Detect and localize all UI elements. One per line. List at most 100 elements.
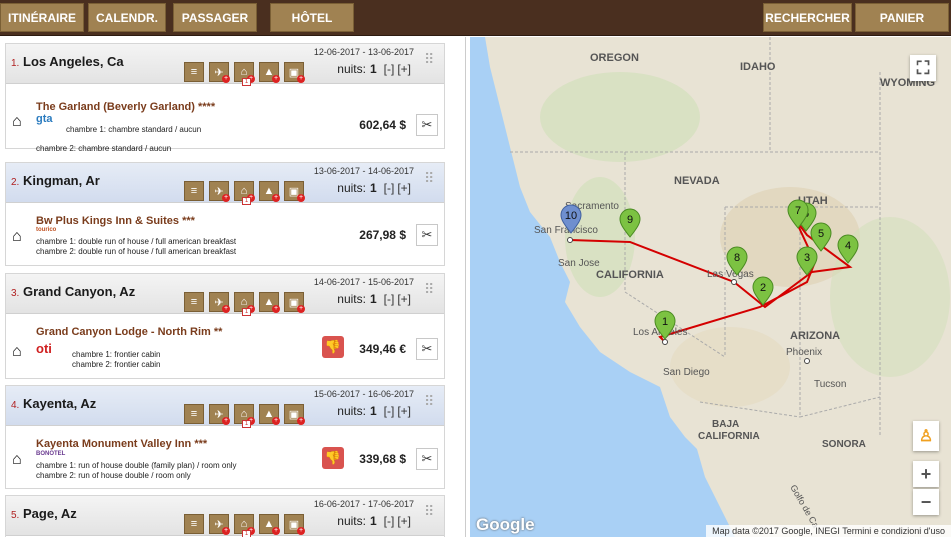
edit-tools-icon[interactable]: ✂ <box>416 448 438 470</box>
zoom-out-button[interactable]: − <box>913 489 939 515</box>
hotel-name[interactable]: Grand Canyon Lodge - North Rim ** <box>36 326 222 338</box>
hotel-name[interactable]: Kayenta Monument Valley Inn *** <box>36 438 207 450</box>
hotel-row: ⌂ The Garland (Beverly Garland) **** gta… <box>6 89 444 153</box>
day-city: Los Angeles, Ca <box>23 54 124 69</box>
drag-handle-icon[interactable]: ⠿ <box>424 171 434 191</box>
list-icon[interactable]: ≡ <box>184 514 204 534</box>
nights-value: 1 <box>369 514 377 528</box>
add-flight-icon[interactable]: ✈ + <box>209 62 230 83</box>
nights-value: 1 <box>369 292 377 306</box>
nav-passenger-button[interactable]: PASSAGER <box>173 3 257 32</box>
nights-plus-button[interactable]: [+] <box>397 514 411 528</box>
svg-text:5: 5 <box>818 228 824 240</box>
nights-control: nuits: 1 [-] [+] <box>337 181 411 195</box>
nights-minus-button[interactable]: [-] <box>384 181 395 195</box>
day-header: 2. Kingman, Ar ≡ ✈ + ⌂ +1 ▲ + ▣ + 13-06-2017… <box>6 163 444 205</box>
day-city: Kingman, Ar <box>23 173 100 188</box>
nav-cart-button[interactable]: PANIER <box>855 3 949 32</box>
edit-tools-icon[interactable]: ✂ <box>416 224 438 246</box>
add-car-icon[interactable]: ▣ + <box>284 292 305 313</box>
add-activity-icon[interactable]: ▲ + <box>259 404 280 425</box>
state-label: CALIFORNIA <box>596 269 664 281</box>
nights-control: nuits: 1 [-] [+] <box>337 514 411 528</box>
map-attribution[interactable]: Map data ©2017 Google, INEGI Termini e c… <box>706 525 951 537</box>
zoom-in-button[interactable]: + <box>913 461 939 487</box>
room-line: chambre 2: chambre standard / aucun <box>36 144 172 153</box>
drag-handle-icon[interactable]: ⠿ <box>424 52 434 72</box>
nights-minus-button[interactable]: [-] <box>384 404 395 418</box>
list-icon[interactable]: ≡ <box>184 292 204 312</box>
edit-tools-icon[interactable]: ✂ <box>416 114 438 136</box>
nights-plus-button[interactable]: [+] <box>397 292 411 306</box>
nights-plus-button[interactable]: [+] <box>397 404 411 418</box>
day-header: 4. Kayenta, Az ≡ ✈ + ⌂ +1 ▲ + ▣ + 15-06-2017… <box>6 386 444 428</box>
nights-plus-button[interactable]: [+] <box>397 62 411 76</box>
add-flight-icon[interactable]: ✈ + <box>209 181 230 202</box>
hotel-price: 339,68 $ <box>359 452 406 466</box>
nights-plus-button[interactable]: [+] <box>397 181 411 195</box>
add-hotel-icon[interactable]: ⌂ +1 <box>234 181 255 205</box>
nights-control: nuits: 1 [-] [+] <box>337 292 411 306</box>
nights-label: nuits: <box>337 62 366 76</box>
add-activity-icon[interactable]: ▲ + <box>259 514 280 535</box>
list-icon[interactable]: ≡ <box>184 62 204 82</box>
svg-text:10: 10 <box>565 210 577 222</box>
fullscreen-icon[interactable]: ⛶ <box>910 55 936 81</box>
add-activity-icon[interactable]: ▲ + <box>259 62 280 83</box>
nights-minus-button[interactable]: [-] <box>384 514 395 528</box>
nav-hotel-button[interactable]: HÔTEL <box>270 3 354 32</box>
list-icon[interactable]: ≡ <box>184 404 204 424</box>
svg-text:1: 1 <box>662 316 668 328</box>
hotel-name[interactable]: The Garland (Beverly Garland) **** <box>36 101 215 113</box>
region-label: BAJA <box>712 419 739 430</box>
nights-value: 1 <box>369 404 377 418</box>
room-line: chambre 1: frontier cabin <box>72 350 161 359</box>
city-label: Tucson <box>814 379 846 390</box>
add-car-icon[interactable]: ▣ + <box>284 514 305 535</box>
hotel-name[interactable]: Bw Plus Kings Inn & Suites *** <box>36 215 195 227</box>
add-car-icon[interactable]: ▣ + <box>284 404 305 425</box>
add-activity-icon[interactable]: ▲ + <box>259 181 280 202</box>
map-canvas: OREGON IDAHO WYOMING NEVADA UTAH CALIFOR… <box>470 37 951 537</box>
street-view-pegman-icon[interactable]: ♙ <box>913 421 939 451</box>
add-hotel-icon[interactable]: ⌂ +1 <box>234 62 255 86</box>
itinerary-panel: 1. Los Angeles, Ca ≡ ✈ + ⌂ +1 ▲ + ▣ + 12-06-… <box>0 37 466 537</box>
edit-tools-icon[interactable]: ✂ <box>416 338 438 360</box>
nights-value: 1 <box>369 62 377 76</box>
add-car-icon[interactable]: ▣ + <box>284 181 305 202</box>
drag-handle-icon[interactable]: ⠿ <box>424 504 434 524</box>
nav-search-button[interactable]: RECHERCHER <box>763 3 852 32</box>
city-label: San Diego <box>663 367 710 378</box>
list-icon[interactable]: ≡ <box>184 181 204 201</box>
hotel-price: 349,46 € <box>359 342 406 356</box>
nav-itinerary-button[interactable]: ITINÉRAIRE <box>0 3 84 32</box>
hotel-row: ⌂ Kayenta Monument Valley Inn *** BONOTE… <box>6 431 444 491</box>
day-city: Kayenta, Az <box>23 396 97 411</box>
add-flight-icon[interactable]: ✈ + <box>209 292 230 313</box>
region-label: SONORA <box>822 439 866 450</box>
drag-handle-icon[interactable]: ⠿ <box>424 282 434 302</box>
route-map[interactable]: OREGON IDAHO WYOMING NEVADA UTAH CALIFOR… <box>470 37 951 537</box>
add-flight-icon[interactable]: ✈ + <box>209 404 230 425</box>
nights-label: nuits: <box>337 404 366 418</box>
add-activity-icon[interactable]: ▲ + <box>259 292 280 313</box>
state-label: ARIZONA <box>790 330 840 342</box>
nights-minus-button[interactable]: [-] <box>384 292 395 306</box>
house-icon: ⌂ <box>12 343 22 360</box>
state-label: OREGON <box>590 52 639 64</box>
add-hotel-icon[interactable]: ⌂ +1 <box>234 404 255 428</box>
day-card: 2. Kingman, Ar ≡ ✈ + ⌂ +1 ▲ + ▣ + 13-06-2017… <box>5 162 445 266</box>
house-icon: ⌂ <box>12 228 22 245</box>
hotel-price: 267,98 $ <box>359 228 406 242</box>
city-label: San Jose <box>558 258 600 269</box>
nav-calendar-button[interactable]: CALENDR. <box>88 3 166 32</box>
day-header: 3. Grand Canyon, Az ≡ ✈ + ⌂ +1 ▲ + ▣ + 14-06… <box>6 274 444 316</box>
hotel-price: 602,64 $ <box>359 118 406 132</box>
nights-control: nuits: 1 [-] [+] <box>337 62 411 76</box>
drag-handle-icon[interactable]: ⠿ <box>424 394 434 414</box>
nights-minus-button[interactable]: [-] <box>384 62 395 76</box>
add-flight-icon[interactable]: ✈ + <box>209 514 230 535</box>
add-hotel-icon[interactable]: ⌂ +1 <box>234 514 255 537</box>
add-car-icon[interactable]: ▣ + <box>284 62 305 83</box>
add-hotel-icon[interactable]: ⌂ +1 <box>234 292 255 316</box>
